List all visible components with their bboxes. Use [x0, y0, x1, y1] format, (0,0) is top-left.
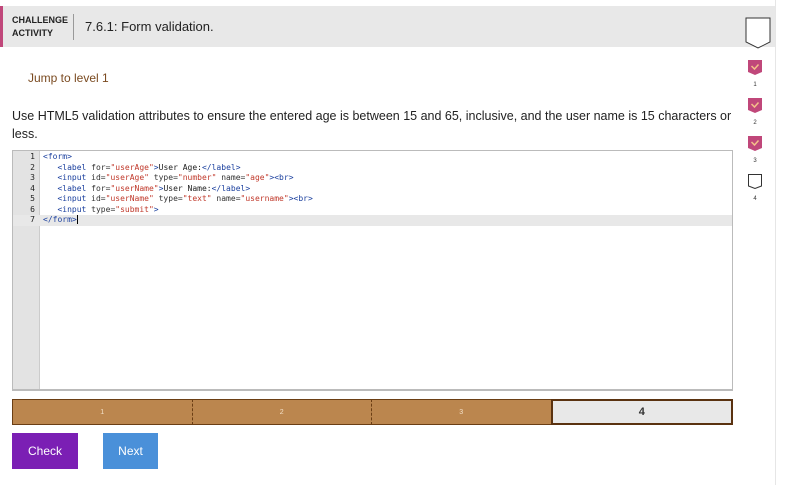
check-button[interactable]: Check [12, 433, 78, 469]
level-progress-bar: 1 2 3 4 [12, 399, 733, 425]
level-complete-check-icon [748, 60, 762, 75]
code-token-tag: <label [57, 162, 92, 172]
code-token-val: "userName" [105, 194, 154, 203]
code-token-attr: type= [148, 173, 178, 182]
code-text: <label for="userAge">User Age:</label> [43, 162, 241, 174]
code-token-val: "userAge" [110, 162, 154, 172]
code-token-val: "number" [177, 173, 217, 182]
code-text: <form> [43, 152, 72, 163]
code-token-txt: User Name: [163, 183, 212, 193]
code-line[interactable]: 7 </form> [13, 215, 732, 226]
code-text: <label for="userName">User Name:</label> [43, 184, 250, 195]
level-indicator-4[interactable]: 4 [748, 174, 762, 202]
challenge-activity-label: CHALLENGE ACTIVITY [12, 14, 68, 40]
jump-to-level-link[interactable]: Jump to level 1 [28, 71, 109, 85]
header-divider [73, 14, 74, 40]
code-line[interactable]: 6 <input type="submit"> [13, 205, 732, 216]
code-line[interactable]: 1 <form> [13, 152, 732, 163]
next-button[interactable]: Next [103, 433, 158, 469]
code-token-tag: </label> [211, 183, 251, 193]
level-number: 4 [753, 196, 757, 202]
code-token-txt: User Age: [158, 162, 202, 172]
code-token-val: "age" [245, 173, 270, 182]
scrollbar-edge [775, 0, 776, 485]
code-text: <input type="submit"> [43, 204, 159, 216]
level-number: 3 [753, 158, 757, 164]
code-token-tag: ><br> [288, 194, 313, 203]
line-number: 4 [30, 183, 35, 193]
code-token-tag: <input [57, 194, 92, 203]
code-token-tag: > [153, 204, 159, 214]
code-token-attr: type= [153, 194, 183, 203]
code-token-attr: id= [91, 194, 106, 203]
activity-title: 7.6.1: Form validation. [85, 19, 214, 34]
code-token-val: "userAge" [105, 173, 149, 182]
code-text: </form> [43, 215, 78, 226]
code-token-tag: <input [57, 173, 92, 182]
line-number: 2 [30, 162, 35, 172]
code-token-tag: <label [57, 183, 92, 193]
code-line[interactable]: 2 <label for="userAge">User Age:</label> [13, 163, 732, 174]
level-segment-1[interactable]: 1 [12, 399, 193, 425]
level-number: 2 [753, 120, 757, 126]
level-indicator-1[interactable]: 1 [748, 60, 762, 88]
level-indicator-3[interactable]: 3 [748, 136, 762, 164]
code-token-val: "username" [240, 194, 289, 203]
level-incomplete-shield-icon [748, 174, 762, 190]
code-line[interactable]: 3 <input id="userAge" type="number" name… [13, 173, 732, 184]
level-complete-check-icon [748, 136, 762, 151]
code-text: <input id="userName" type="text" name="u… [43, 194, 313, 205]
code-token-attr: id= [91, 173, 106, 182]
code-token-val: "submit" [115, 204, 154, 214]
line-number: 6 [30, 204, 35, 214]
code-token-val: "userName" [110, 183, 159, 193]
code-token-attr: type= [91, 204, 116, 214]
code-token-tag: ><br> [269, 173, 294, 182]
code-token-tag: <input [57, 204, 92, 214]
code-token-tag: </form> [43, 215, 77, 224]
label-line1: CHALLENGE [12, 15, 68, 25]
code-editor[interactable]: 1 <form> 2 <label for="userAge">User Age:<… [12, 150, 733, 391]
line-number: 3 [30, 173, 35, 182]
code-token-tag: <form> [43, 152, 72, 161]
label-line2: ACTIVITY [12, 28, 54, 38]
activity-header: CHALLENGE ACTIVITY 7.6.1: Form validation… [0, 6, 775, 49]
level-number: 1 [753, 82, 757, 88]
line-number: 7 [30, 215, 35, 224]
level-complete-check-icon [748, 98, 762, 113]
line-number: 5 [30, 194, 35, 203]
code-line[interactable]: 5 <input id="userName" type="text" name=… [13, 194, 732, 205]
level-segment-4-current[interactable]: 4 [550, 399, 733, 425]
code-token-attr: name= [211, 194, 241, 203]
line-number: 1 [30, 152, 35, 161]
code-token-val: "text" [182, 194, 212, 203]
instructions: Use HTML5 validation attributes to ensur… [12, 109, 732, 141]
code-token-attr: for= [91, 162, 111, 172]
level-segment-2[interactable]: 2 [192, 399, 372, 425]
level-segment-3[interactable]: 3 [372, 399, 551, 425]
code-token-attr: for= [91, 183, 111, 193]
completion-shield-icon [745, 17, 771, 49]
code-text: <input id="userAge" type="number" name="… [43, 173, 294, 184]
code-token-attr: name= [216, 173, 246, 182]
code-line[interactable]: 4 <label for="userName">User Name:</labe… [13, 184, 732, 195]
level-indicator-2[interactable]: 2 [748, 98, 762, 126]
text-cursor [76, 215, 78, 224]
code-token-tag: </label> [201, 162, 241, 172]
